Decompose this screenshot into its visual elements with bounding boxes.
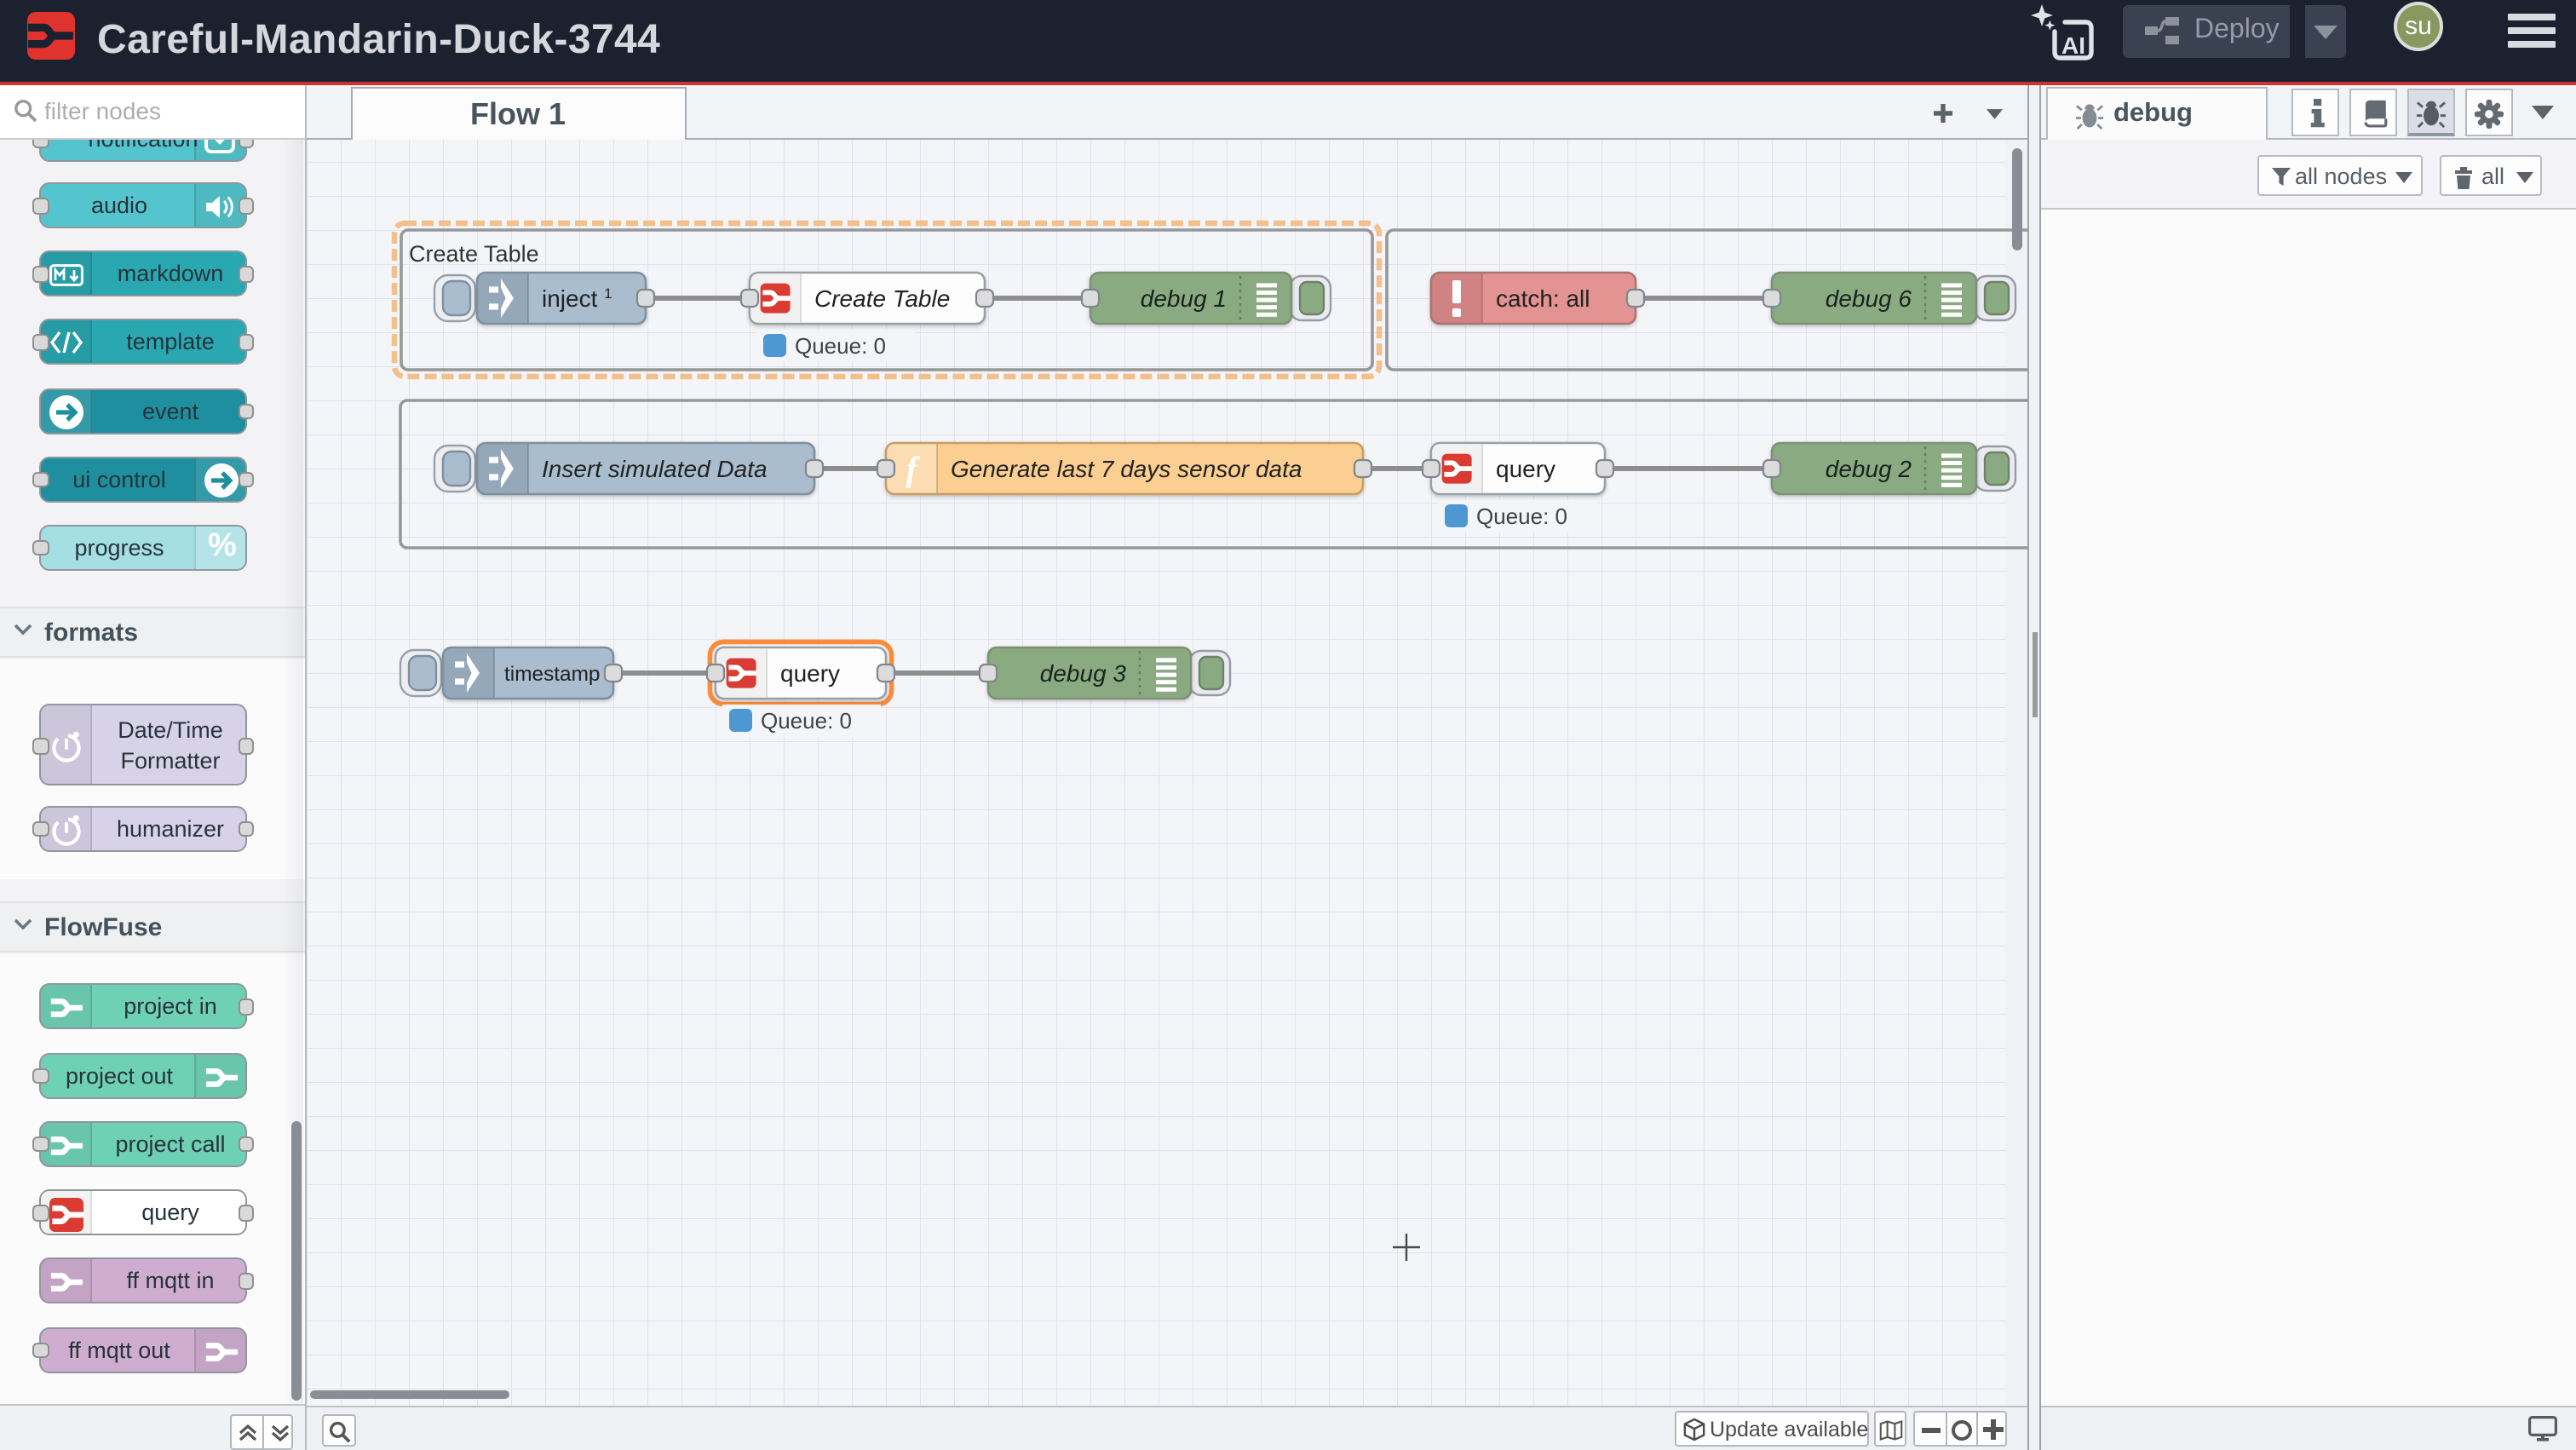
svg-text:Queue: 0: Queue: 0 [761, 708, 852, 734]
svg-text:debug 3: debug 3 [1040, 660, 1127, 687]
svg-text:debug 6: debug 6 [1826, 285, 1912, 312]
svg-text:debug 1: debug 1 [1141, 285, 1227, 312]
svg-text:debug 2: debug 2 [1826, 456, 1912, 482]
svg-text:Queue: 0: Queue: 0 [1476, 503, 1567, 529]
svg-text:query: query [1496, 456, 1555, 482]
svg-text:Generate last 7 days sensor da: Generate last 7 days sensor data [951, 456, 1302, 482]
svg-text:inject 1: inject 1 [542, 285, 612, 312]
svg-text:Insert simulated Data: Insert simulated Data [542, 456, 768, 482]
svg-text:AI: AI [2061, 32, 2085, 59]
svg-text:Create Table: Create Table [409, 241, 539, 267]
svg-text:query: query [780, 660, 840, 687]
svg-text:Queue: 0: Queue: 0 [795, 333, 886, 359]
svg-text:Create Table: Create Table [814, 285, 950, 312]
svg-text:timestamp: timestamp [504, 663, 601, 686]
svg-text:catch: all: catch: all [1496, 285, 1590, 312]
